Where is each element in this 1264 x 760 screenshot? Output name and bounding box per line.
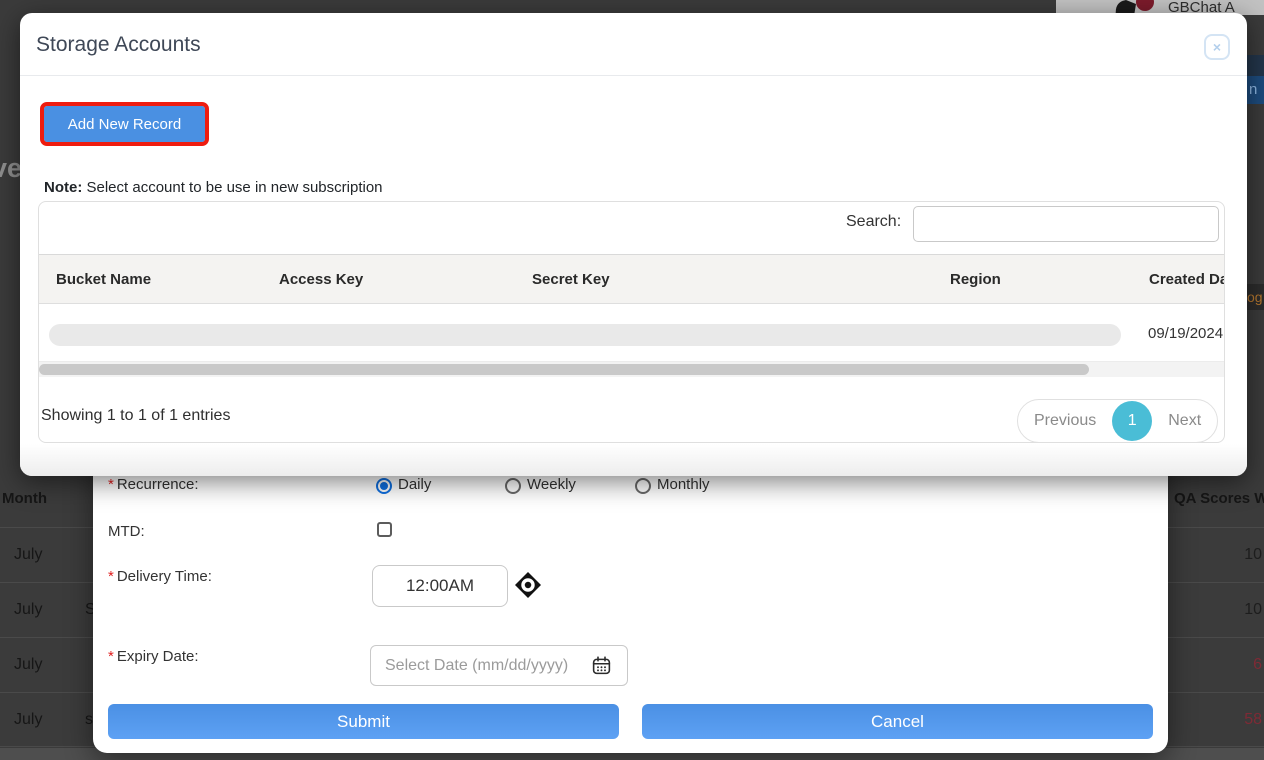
account-row[interactable]: 09/19/2024 [39, 305, 1224, 362]
note-text: Note: Select account to be use in new su… [44, 179, 383, 196]
month-column-header: Month [2, 490, 47, 507]
month-cell: July [14, 711, 42, 729]
required-marker: * [108, 648, 114, 665]
search-label: Search: [846, 213, 901, 231]
delivery-time-input[interactable] [372, 565, 508, 607]
redacted-account-data [49, 324, 1121, 346]
cell-fragment: s [85, 711, 93, 729]
page-number-active[interactable]: 1 [1112, 401, 1152, 441]
close-icon[interactable]: × [1204, 34, 1230, 60]
qa-cell: 6 [1253, 656, 1262, 674]
note-label: Note: [44, 179, 82, 196]
month-cell: July [14, 601, 42, 619]
add-new-record-button[interactable]: Add New Record [44, 106, 205, 142]
storage-accounts-modal: Storage Accounts × Add New Record Note: … [20, 13, 1247, 476]
qa-cell: 10 [1244, 546, 1262, 564]
qa-cell: 10 [1244, 601, 1262, 619]
expiry-date-input[interactable] [370, 645, 628, 686]
next-page-button[interactable]: Next [1152, 412, 1217, 430]
horizontal-scrollbar[interactable] [39, 362, 1224, 377]
scrollbar-thumb[interactable] [39, 364, 1089, 375]
mtd-label: MTD: [108, 523, 145, 540]
qa-cell: 58 [1244, 711, 1262, 729]
submit-button[interactable]: Submit [108, 704, 619, 739]
required-marker: * [108, 568, 114, 585]
secret-key-header: Secret Key [532, 255, 610, 305]
bucket-name-header: Bucket Name [56, 255, 151, 305]
required-marker: * [108, 476, 114, 493]
access-key-header: Access Key [279, 255, 363, 305]
search-input[interactable] [913, 206, 1219, 242]
recurrence-label: *Recurrence: [108, 476, 199, 493]
expiry-date-label: *Expiry Date: [108, 648, 199, 665]
region-header: Region [950, 255, 1001, 305]
timepicker-target-icon[interactable] [515, 572, 541, 598]
background-button-fragment: n [1247, 76, 1264, 104]
screen: GBChat A ve n og Month QA Scores W July … [0, 0, 1264, 760]
accounts-table-header: Bucket Name Access Key Secret Key Region… [39, 254, 1224, 304]
qa-scores-column-header: QA Scores W [1174, 490, 1264, 507]
modal-footer [20, 444, 1247, 476]
radio-weekly-label[interactable]: Weekly [527, 476, 576, 493]
background-navbar-fragment [1247, 55, 1264, 76]
schedule-form-modal: *Recurrence: Daily Weekly Monthly MTD: *… [93, 440, 1168, 753]
month-cell: July [14, 546, 42, 564]
month-cell: July [14, 656, 42, 674]
radio-weekly[interactable] [505, 478, 521, 494]
divider [20, 75, 1247, 76]
entries-status: Showing 1 to 1 of 1 entries [41, 407, 230, 425]
created-date-cell: 09/19/2024 [1148, 325, 1223, 342]
cancel-button[interactable]: Cancel [642, 704, 1153, 739]
pagination: Previous 1 Next [1017, 399, 1218, 443]
background-link-fragment: og [1247, 284, 1264, 310]
radio-monthly[interactable] [635, 478, 651, 494]
delivery-time-label: *Delivery Time: [108, 568, 212, 585]
calendar-icon[interactable] [591, 655, 612, 676]
background-heading-fragment: ve [0, 153, 22, 184]
created-date-header: Created Dat [1149, 255, 1225, 305]
accounts-table-card: Search: Bucket Name Access Key Secret Ke… [38, 201, 1225, 443]
modal-title: Storage Accounts [36, 33, 201, 57]
previous-page-button[interactable]: Previous [1018, 412, 1112, 430]
radio-daily[interactable] [376, 478, 392, 494]
radio-daily-label[interactable]: Daily [398, 476, 431, 493]
mtd-checkbox[interactable] [377, 522, 392, 537]
radio-monthly-label[interactable]: Monthly [657, 476, 710, 493]
